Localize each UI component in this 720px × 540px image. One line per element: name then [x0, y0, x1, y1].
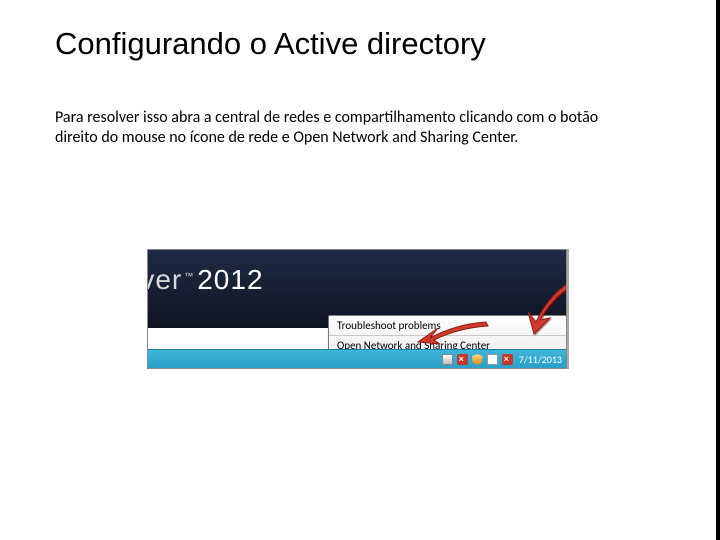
embedded-screenshot: rver™2012 Troubleshoot problems Open Net…: [147, 249, 567, 369]
error-icon[interactable]: [457, 354, 468, 365]
trademark-symbol: ™: [184, 271, 194, 281]
windows-server-logo-text: rver™2012: [147, 264, 264, 296]
slide-body-text: Para resolver isso abra a central de red…: [55, 108, 635, 149]
action-center-icon[interactable]: [472, 354, 483, 365]
taskbar-date: 7/11/2013: [519, 353, 562, 366]
error-icon-2[interactable]: [502, 354, 513, 365]
server-label-fragment: rver: [147, 264, 182, 295]
network-status-icon[interactable]: [487, 354, 498, 365]
taskbar: 7/11/2013: [148, 349, 566, 368]
server-year: 2012: [197, 264, 263, 295]
slide: Configurando o Active directory Para res…: [0, 0, 720, 540]
network-icon[interactable]: [442, 354, 453, 365]
system-tray: 7/11/2013: [442, 353, 562, 366]
slide-title: Configurando o Active directory: [55, 26, 486, 62]
tray-icons: [442, 354, 513, 365]
menu-item-troubleshoot[interactable]: Troubleshoot problems: [329, 316, 566, 335]
